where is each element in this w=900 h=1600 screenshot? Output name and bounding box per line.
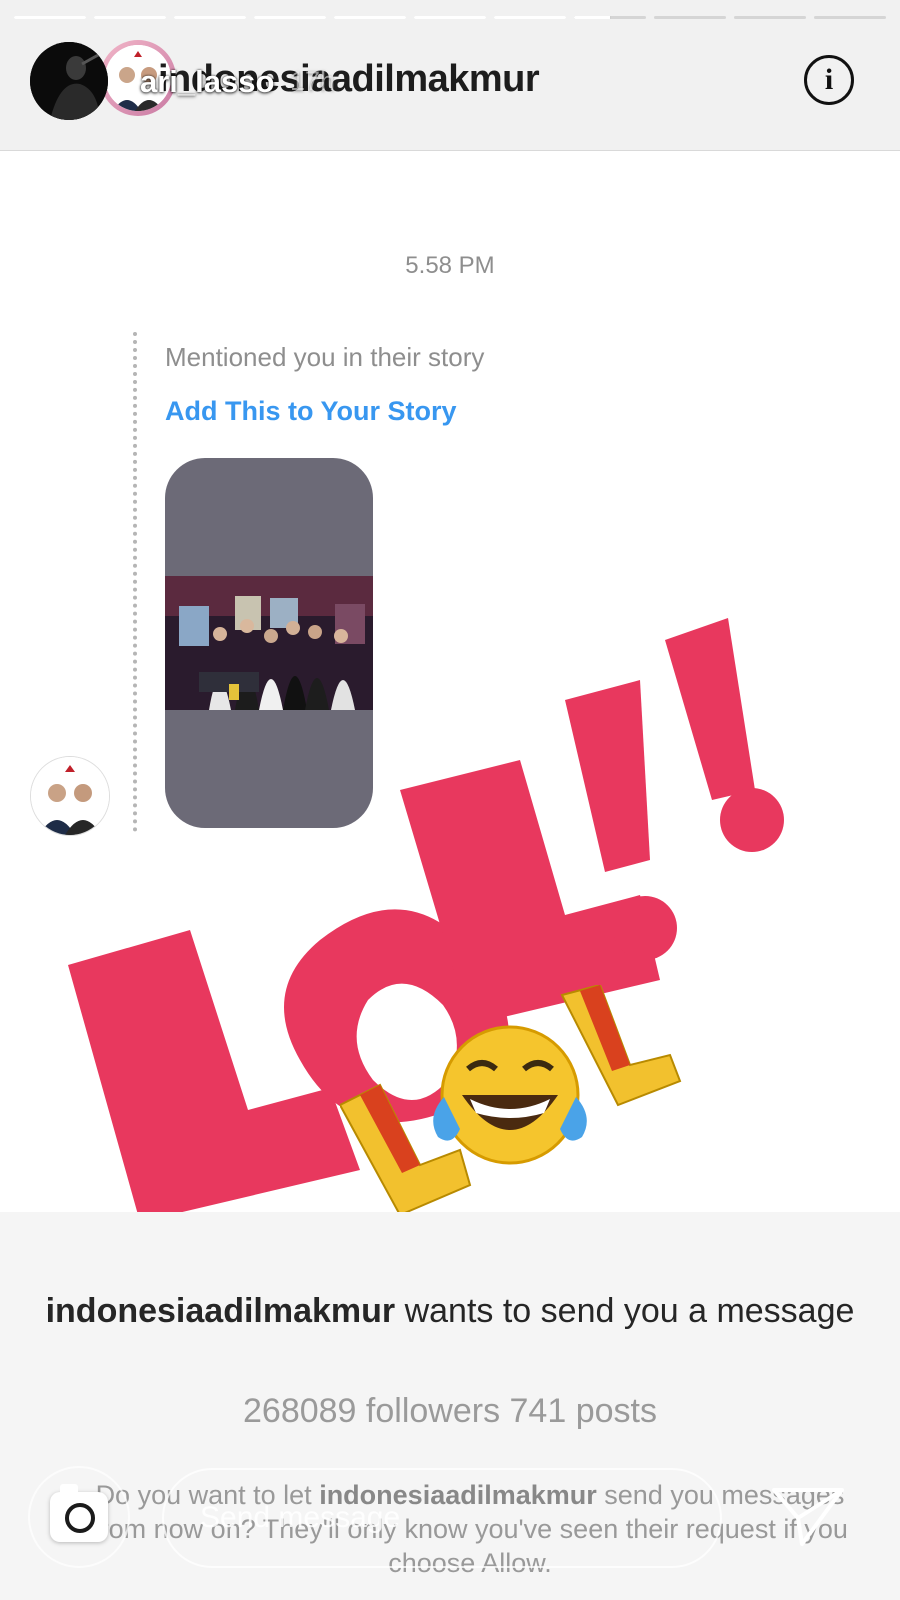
story-progress-segment bbox=[574, 16, 646, 19]
story-thumbnail[interactable] bbox=[165, 458, 373, 828]
story-owner-username[interactable]: ari_lasso bbox=[140, 64, 274, 100]
story-progress-bar bbox=[14, 16, 886, 20]
story-progress-segment bbox=[334, 16, 406, 19]
letter-l-right-icon bbox=[560, 985, 682, 1107]
group-photo-icon bbox=[165, 576, 373, 710]
add-to-story-link[interactable]: Add This to Your Story bbox=[165, 396, 457, 427]
candidates-photo-icon bbox=[31, 757, 109, 835]
message-timestamp: 5.58 PM bbox=[405, 252, 495, 279]
camera-button[interactable] bbox=[28, 1466, 130, 1568]
story-progress-fill bbox=[254, 16, 326, 19]
story-progress-fill bbox=[494, 16, 566, 19]
story-progress-segment bbox=[254, 16, 326, 19]
mention-divider bbox=[133, 332, 137, 832]
info-icon[interactable]: i bbox=[804, 55, 854, 105]
story-progress-fill bbox=[14, 16, 86, 19]
request-title-suffix: wants to send you a message bbox=[395, 1292, 855, 1330]
story-progress-fill bbox=[94, 16, 166, 19]
request-stats: 268089 followers 741 posts bbox=[243, 1392, 657, 1430]
story-progress-fill bbox=[574, 16, 610, 19]
paper-plane-icon[interactable] bbox=[768, 1482, 848, 1552]
story-progress-segment bbox=[414, 16, 486, 19]
story-progress-segment bbox=[814, 16, 886, 19]
mention-text: Mentioned you in their story bbox=[165, 342, 485, 372]
lol-emoji-sticker bbox=[340, 985, 682, 1217]
story-progress-segment bbox=[94, 16, 166, 19]
story-progress-segment bbox=[494, 16, 566, 19]
request-title: indonesiaadilmakmur wants to send you a … bbox=[0, 1288, 900, 1334]
story-viewer[interactable]: indonesiaadilmakmur i ari_lasso 17h 5.58… bbox=[0, 0, 900, 1600]
request-username[interactable]: indonesiaadilmakmur bbox=[46, 1292, 396, 1330]
story-progress-segment bbox=[174, 16, 246, 19]
sender-avatar[interactable] bbox=[30, 756, 110, 836]
story-time: 17h bbox=[290, 66, 336, 96]
camera-icon bbox=[50, 1484, 108, 1542]
story-progress-fill bbox=[174, 16, 246, 19]
send-message-input[interactable] bbox=[162, 1468, 722, 1568]
story-progress-fill bbox=[334, 16, 406, 19]
story-progress-segment bbox=[654, 16, 726, 19]
laughing-crying-emoji-icon bbox=[433, 1025, 587, 1165]
story-progress-segment bbox=[734, 16, 806, 19]
story-progress-fill bbox=[414, 16, 486, 19]
singer-silhouette-icon bbox=[30, 42, 108, 120]
story-owner-avatar[interactable] bbox=[30, 42, 108, 120]
story-progress-segment bbox=[14, 16, 86, 19]
